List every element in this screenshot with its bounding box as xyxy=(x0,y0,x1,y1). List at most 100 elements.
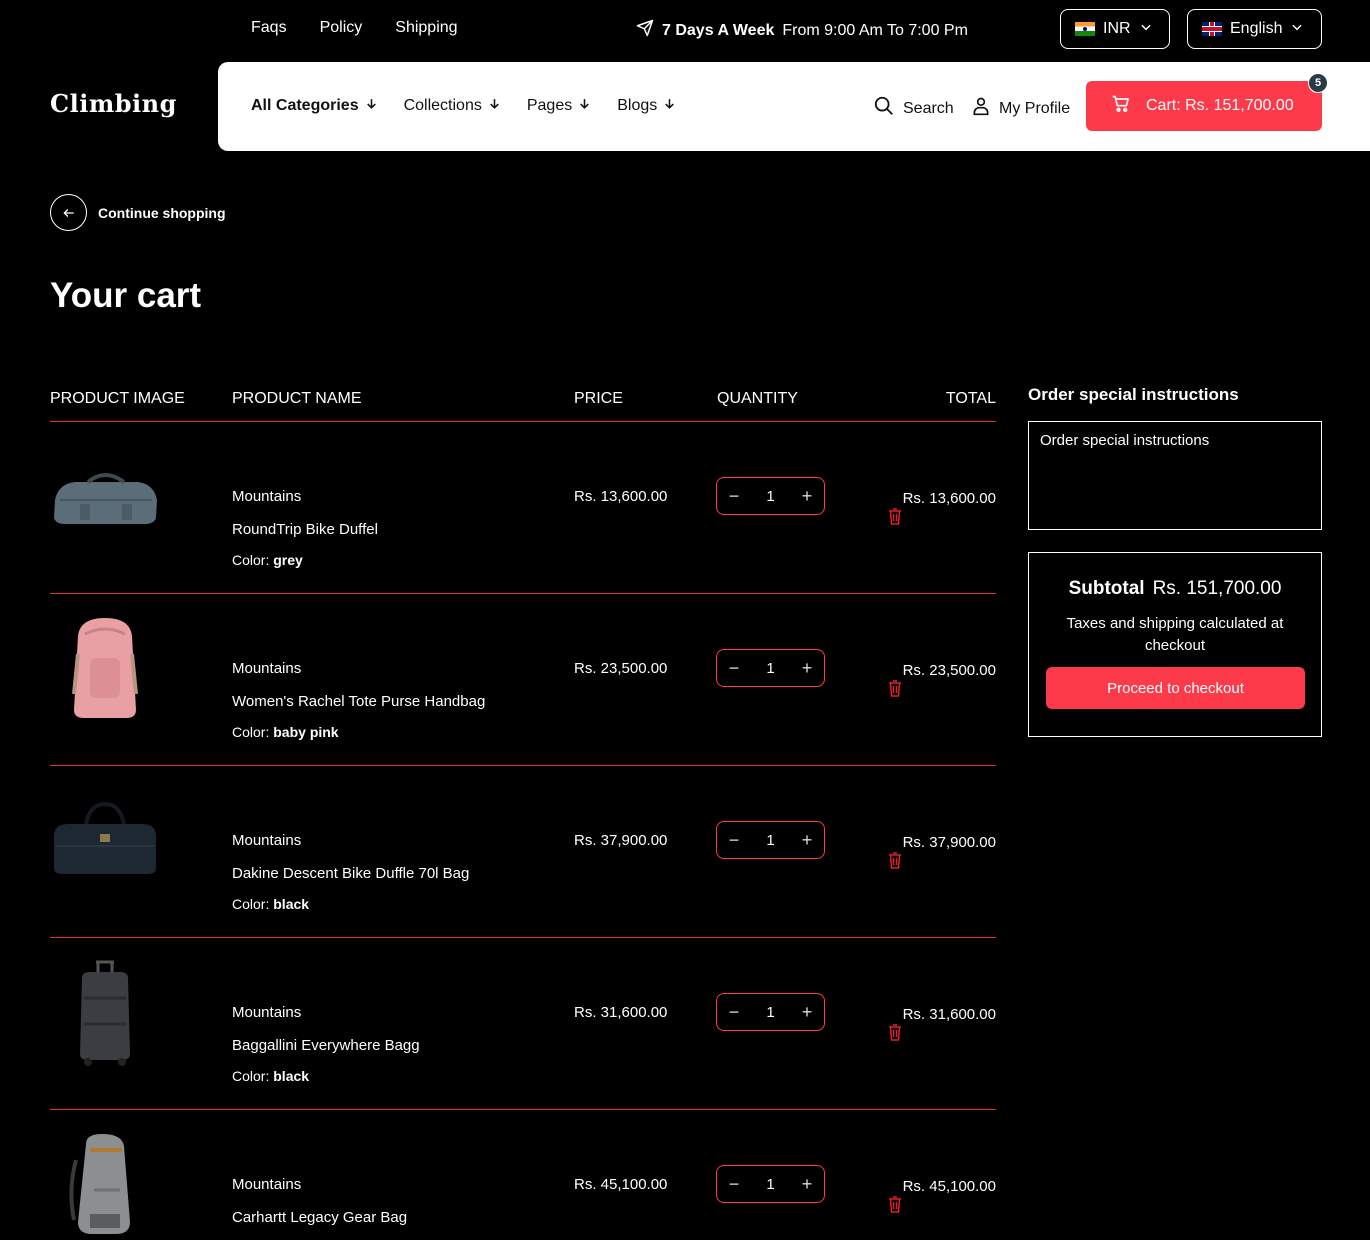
color-value: black xyxy=(273,1068,310,1084)
instructions-title: Order special instructions xyxy=(1028,385,1239,404)
currency-selector[interactable]: INR xyxy=(1060,9,1170,49)
minus-icon[interactable]: − xyxy=(727,486,741,507)
policy-link[interactable]: Policy xyxy=(320,19,363,37)
product-color: Color: grey xyxy=(232,552,303,568)
business-hours: 7 Days A Week From 9:00 Am To 7:00 Pm xyxy=(636,19,968,42)
cart-button[interactable]: Cart: Rs. 151,700.00 5 xyxy=(1086,73,1328,131)
quantity-value[interactable]: 1 xyxy=(766,488,774,505)
subtotal-value: Rs. 151,700.00 xyxy=(1152,578,1282,599)
header-product-name: PRODUCT NAME xyxy=(232,390,362,407)
language-value: English xyxy=(1230,20,1283,37)
hours-time: From 9:00 Am To 7:00 Pm xyxy=(782,21,968,39)
checkout-button[interactable]: Proceed to checkout xyxy=(1046,667,1305,709)
product-price: Rs. 13,600.00 xyxy=(574,488,668,505)
product-vendor: Mountains xyxy=(232,488,302,505)
quantity-stepper: − 1 + xyxy=(716,1165,825,1203)
arrow-down-icon xyxy=(488,97,501,115)
product-color: Color: baby pink xyxy=(232,724,339,740)
currency-value: INR xyxy=(1103,20,1131,37)
chevron-down-icon xyxy=(1290,20,1304,39)
top-links: Faqs Policy Shipping xyxy=(251,19,458,37)
plus-icon[interactable]: + xyxy=(800,658,814,679)
quantity-value[interactable]: 1 xyxy=(766,1176,774,1193)
product-price: Rs. 37,900.00 xyxy=(574,832,668,849)
table-row: Mountains Women's Rachel Tote Purse Hand… xyxy=(50,594,996,766)
trash-icon[interactable] xyxy=(888,1196,902,1213)
minus-icon[interactable]: − xyxy=(727,658,741,679)
cart-total-label: Cart: Rs. 151,700.00 xyxy=(1146,97,1294,114)
product-name[interactable]: Baggallini Everywhere Bagg xyxy=(232,1037,420,1054)
line-total: Rs. 37,900.00 xyxy=(902,834,996,851)
product-price: Rs. 31,600.00 xyxy=(574,1004,668,1021)
plus-icon[interactable]: + xyxy=(800,1174,814,1195)
minus-icon[interactable]: − xyxy=(727,1002,741,1023)
color-prefix: Color: xyxy=(232,896,270,912)
header-price: PRICE xyxy=(574,390,623,407)
product-vendor: Mountains xyxy=(232,832,302,849)
product-name[interactable]: Dakine Descent Bike Duffle 70l Bag xyxy=(232,865,469,882)
continue-label: Continue shopping xyxy=(98,204,226,221)
profile-button[interactable]: My Profile xyxy=(971,95,1070,122)
quantity-value[interactable]: 1 xyxy=(766,660,774,677)
nav-label: All Categories xyxy=(251,97,359,114)
hours-days: 7 Days A Week xyxy=(662,21,775,39)
product-image[interactable] xyxy=(50,614,160,724)
quantity-stepper: − 1 + xyxy=(716,649,825,687)
cart-table-header: PRODUCT IMAGE PRODUCT NAME PRICE QUANTIT… xyxy=(50,388,996,422)
header-quantity: QUANTITY xyxy=(717,390,798,407)
trash-icon[interactable] xyxy=(888,508,902,525)
chevron-down-icon xyxy=(1139,20,1153,39)
product-name[interactable]: Carhartt Legacy Gear Bag xyxy=(232,1209,407,1226)
shipping-link[interactable]: Shipping xyxy=(395,19,457,37)
quantity-stepper: − 1 + xyxy=(716,821,825,859)
trash-icon[interactable] xyxy=(888,1024,902,1041)
product-price: Rs. 23,500.00 xyxy=(574,660,668,677)
nav-label: Collections xyxy=(403,97,482,114)
cart-icon xyxy=(1110,94,1132,119)
product-image[interactable] xyxy=(50,786,160,896)
product-vendor: Mountains xyxy=(232,1176,302,1193)
subtotal-label: Subtotal xyxy=(1068,578,1145,599)
trash-icon[interactable] xyxy=(888,680,902,697)
search-button[interactable]: Search xyxy=(873,95,954,122)
product-price: Rs. 45,100.00 xyxy=(574,1176,668,1193)
nav-label: Blogs xyxy=(617,97,658,114)
product-color: Color: black xyxy=(232,1068,309,1084)
main-header: All Categories Collections Pages Blogs S… xyxy=(218,62,1370,151)
quantity-value[interactable]: 1 xyxy=(766,1004,774,1021)
product-image[interactable] xyxy=(50,442,160,552)
taxes-note: Taxes and shipping calculated at checkou… xyxy=(1066,615,1284,654)
quantity-value[interactable]: 1 xyxy=(766,832,774,849)
arrow-down-icon xyxy=(365,97,378,115)
plus-icon[interactable]: + xyxy=(800,830,814,851)
plus-icon[interactable]: + xyxy=(800,1002,814,1023)
language-selector[interactable]: English xyxy=(1187,9,1322,49)
nav-blogs[interactable]: Blogs xyxy=(617,97,676,115)
site-logo[interactable]: Climbing xyxy=(50,89,177,118)
nav-all-categories[interactable]: All Categories xyxy=(251,97,378,115)
arrow-left-icon xyxy=(50,194,87,231)
page-title: Your cart xyxy=(50,276,202,315)
minus-icon[interactable]: − xyxy=(727,1174,741,1195)
line-total: Rs. 23,500.00 xyxy=(902,662,996,679)
instructions-textarea[interactable] xyxy=(1028,421,1322,530)
color-value: grey xyxy=(273,552,303,568)
india-flag-icon xyxy=(1075,22,1095,36)
minus-icon[interactable]: − xyxy=(727,830,741,851)
quantity-stepper: − 1 + xyxy=(716,477,825,515)
paper-plane-icon xyxy=(636,19,654,42)
nav-pages[interactable]: Pages xyxy=(527,97,591,115)
continue-shopping-link[interactable]: Continue shopping xyxy=(50,194,226,231)
product-image[interactable] xyxy=(50,958,160,1068)
plus-icon[interactable]: + xyxy=(800,486,814,507)
color-prefix: Color: xyxy=(232,552,270,568)
order-summary: Subtotal Rs. 151,700.00 Taxes and shippin… xyxy=(1028,552,1322,737)
product-name[interactable]: RoundTrip Bike Duffel xyxy=(232,521,378,538)
nav-collections[interactable]: Collections xyxy=(404,97,501,115)
product-vendor: Mountains xyxy=(232,660,302,677)
faqs-link[interactable]: Faqs xyxy=(251,19,287,37)
product-name[interactable]: Women's Rachel Tote Purse Handbag xyxy=(232,693,485,710)
product-image[interactable] xyxy=(50,1130,160,1240)
table-row: Mountains RoundTrip Bike Duffel Color: g… xyxy=(50,422,996,594)
trash-icon[interactable] xyxy=(888,852,902,869)
